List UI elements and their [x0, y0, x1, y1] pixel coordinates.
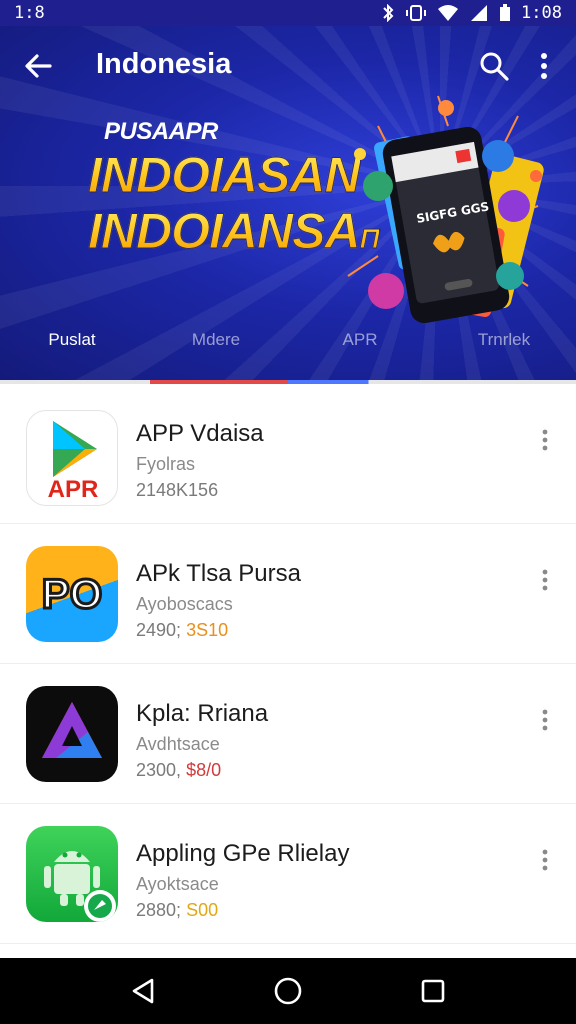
app-meta-value: 2490; [136, 620, 182, 640]
app-bar: Indonesia [0, 34, 576, 94]
app-meta-highlight: 3S10 [186, 620, 229, 640]
play-store-icon: APR [26, 410, 118, 506]
item-more-button[interactable] [534, 426, 556, 454]
more-vertical-icon [542, 849, 548, 871]
app-subtitle: Ayoktsace [136, 874, 219, 894]
app-meta: 2300, $8/0 [136, 760, 221, 781]
item-more-button[interactable] [534, 706, 556, 734]
list-item[interactable]: PO APk Tlsa Pursa Ayoboscacs 2490; 3S10 [0, 524, 576, 664]
battery-icon [500, 4, 511, 21]
app-name: Kpla: Rriana [136, 700, 269, 727]
category-tabs: Puslat Mdere APR Trnrlek [0, 310, 576, 382]
arrow-left-icon [25, 54, 52, 78]
list-item[interactable]: Appling GPe Rlielay Ayoktsace 2880; S00 [0, 804, 576, 944]
search-icon [480, 52, 509, 81]
back-button[interactable] [22, 50, 54, 82]
app-subtitle: Avdhtsace [136, 734, 220, 754]
app-name: APP Vdaisa [136, 420, 264, 447]
more-vertical-icon [542, 569, 548, 591]
phone-illustration: SIGFG GGS [347, 95, 544, 324]
tab-trnrlek[interactable]: Trnrlek [432, 310, 576, 382]
app-meta: 2490; 3S10 [136, 620, 228, 641]
home-circle-icon[interactable] [273, 976, 303, 1006]
banner-headline-2: INDOIANSAП [88, 202, 381, 260]
triangle-logo-icon [26, 686, 118, 782]
android-robot-icon [26, 826, 118, 922]
list-item[interactable]: Kpla: Rriana Avdhtsace 2300, $8/0 [0, 664, 576, 804]
app-meta: 2148K156 [136, 480, 218, 501]
app-name: APk Tlsa Pursa [136, 560, 301, 587]
back-triangle-icon[interactable] [128, 976, 158, 1006]
app-name: Appling GPe Rlielay [136, 840, 350, 867]
app-meta-highlight: S00 [186, 900, 219, 920]
status-icons: 1:08 [381, 3, 562, 23]
more-options-button[interactable] [532, 50, 556, 82]
po-logo-icon: PO [26, 546, 118, 642]
recents-square-icon[interactable] [418, 976, 448, 1006]
app-meta: 2880; S00 [136, 900, 218, 921]
item-more-button[interactable] [534, 566, 556, 594]
app-subtitle: Ayoboscacs [136, 594, 233, 614]
tab-mdere[interactable]: Mdere [144, 310, 288, 382]
vibrate-icon [406, 5, 427, 21]
signal-icon [471, 5, 488, 21]
status-time-right: 1:08 [521, 3, 562, 23]
system-nav-bar [0, 958, 576, 1024]
bluetooth-icon [383, 4, 394, 22]
tab-puslat[interactable]: Puslat [0, 310, 144, 382]
icon-label: APR [48, 476, 99, 503]
banner-small-text: PUSAAPR [104, 118, 218, 145]
app-subtitle: Fyolras [136, 454, 196, 474]
more-vertical-icon [542, 429, 548, 451]
app-list: APR APP Vdaisa Fyolras 2148K156 PO APk T… [0, 384, 576, 958]
more-vertical-icon [542, 709, 548, 731]
more-vertical-icon [541, 53, 547, 79]
search-button[interactable] [478, 50, 510, 82]
status-bar: 1:8 1:08 [0, 0, 576, 26]
status-time-left: 1:8 [14, 3, 45, 23]
page-title: Indonesia [96, 48, 232, 80]
tab-apr[interactable]: APR [288, 310, 432, 382]
list-item[interactable]: APR APP Vdaisa Fyolras 2148K156 [0, 384, 576, 524]
banner-headline-1: INDOIASAN [88, 147, 362, 204]
wifi-icon [438, 5, 459, 21]
app-meta-highlight: $8/0 [186, 760, 222, 780]
app-meta-value: 2880; [136, 900, 182, 920]
icon-label: PO [42, 570, 103, 617]
item-more-button[interactable] [534, 846, 556, 874]
app-meta-value: 2148K156 [136, 480, 219, 500]
banner-headline-2-text: INDOIANSA [88, 203, 362, 260]
app-meta-value: 2300, [136, 760, 182, 780]
